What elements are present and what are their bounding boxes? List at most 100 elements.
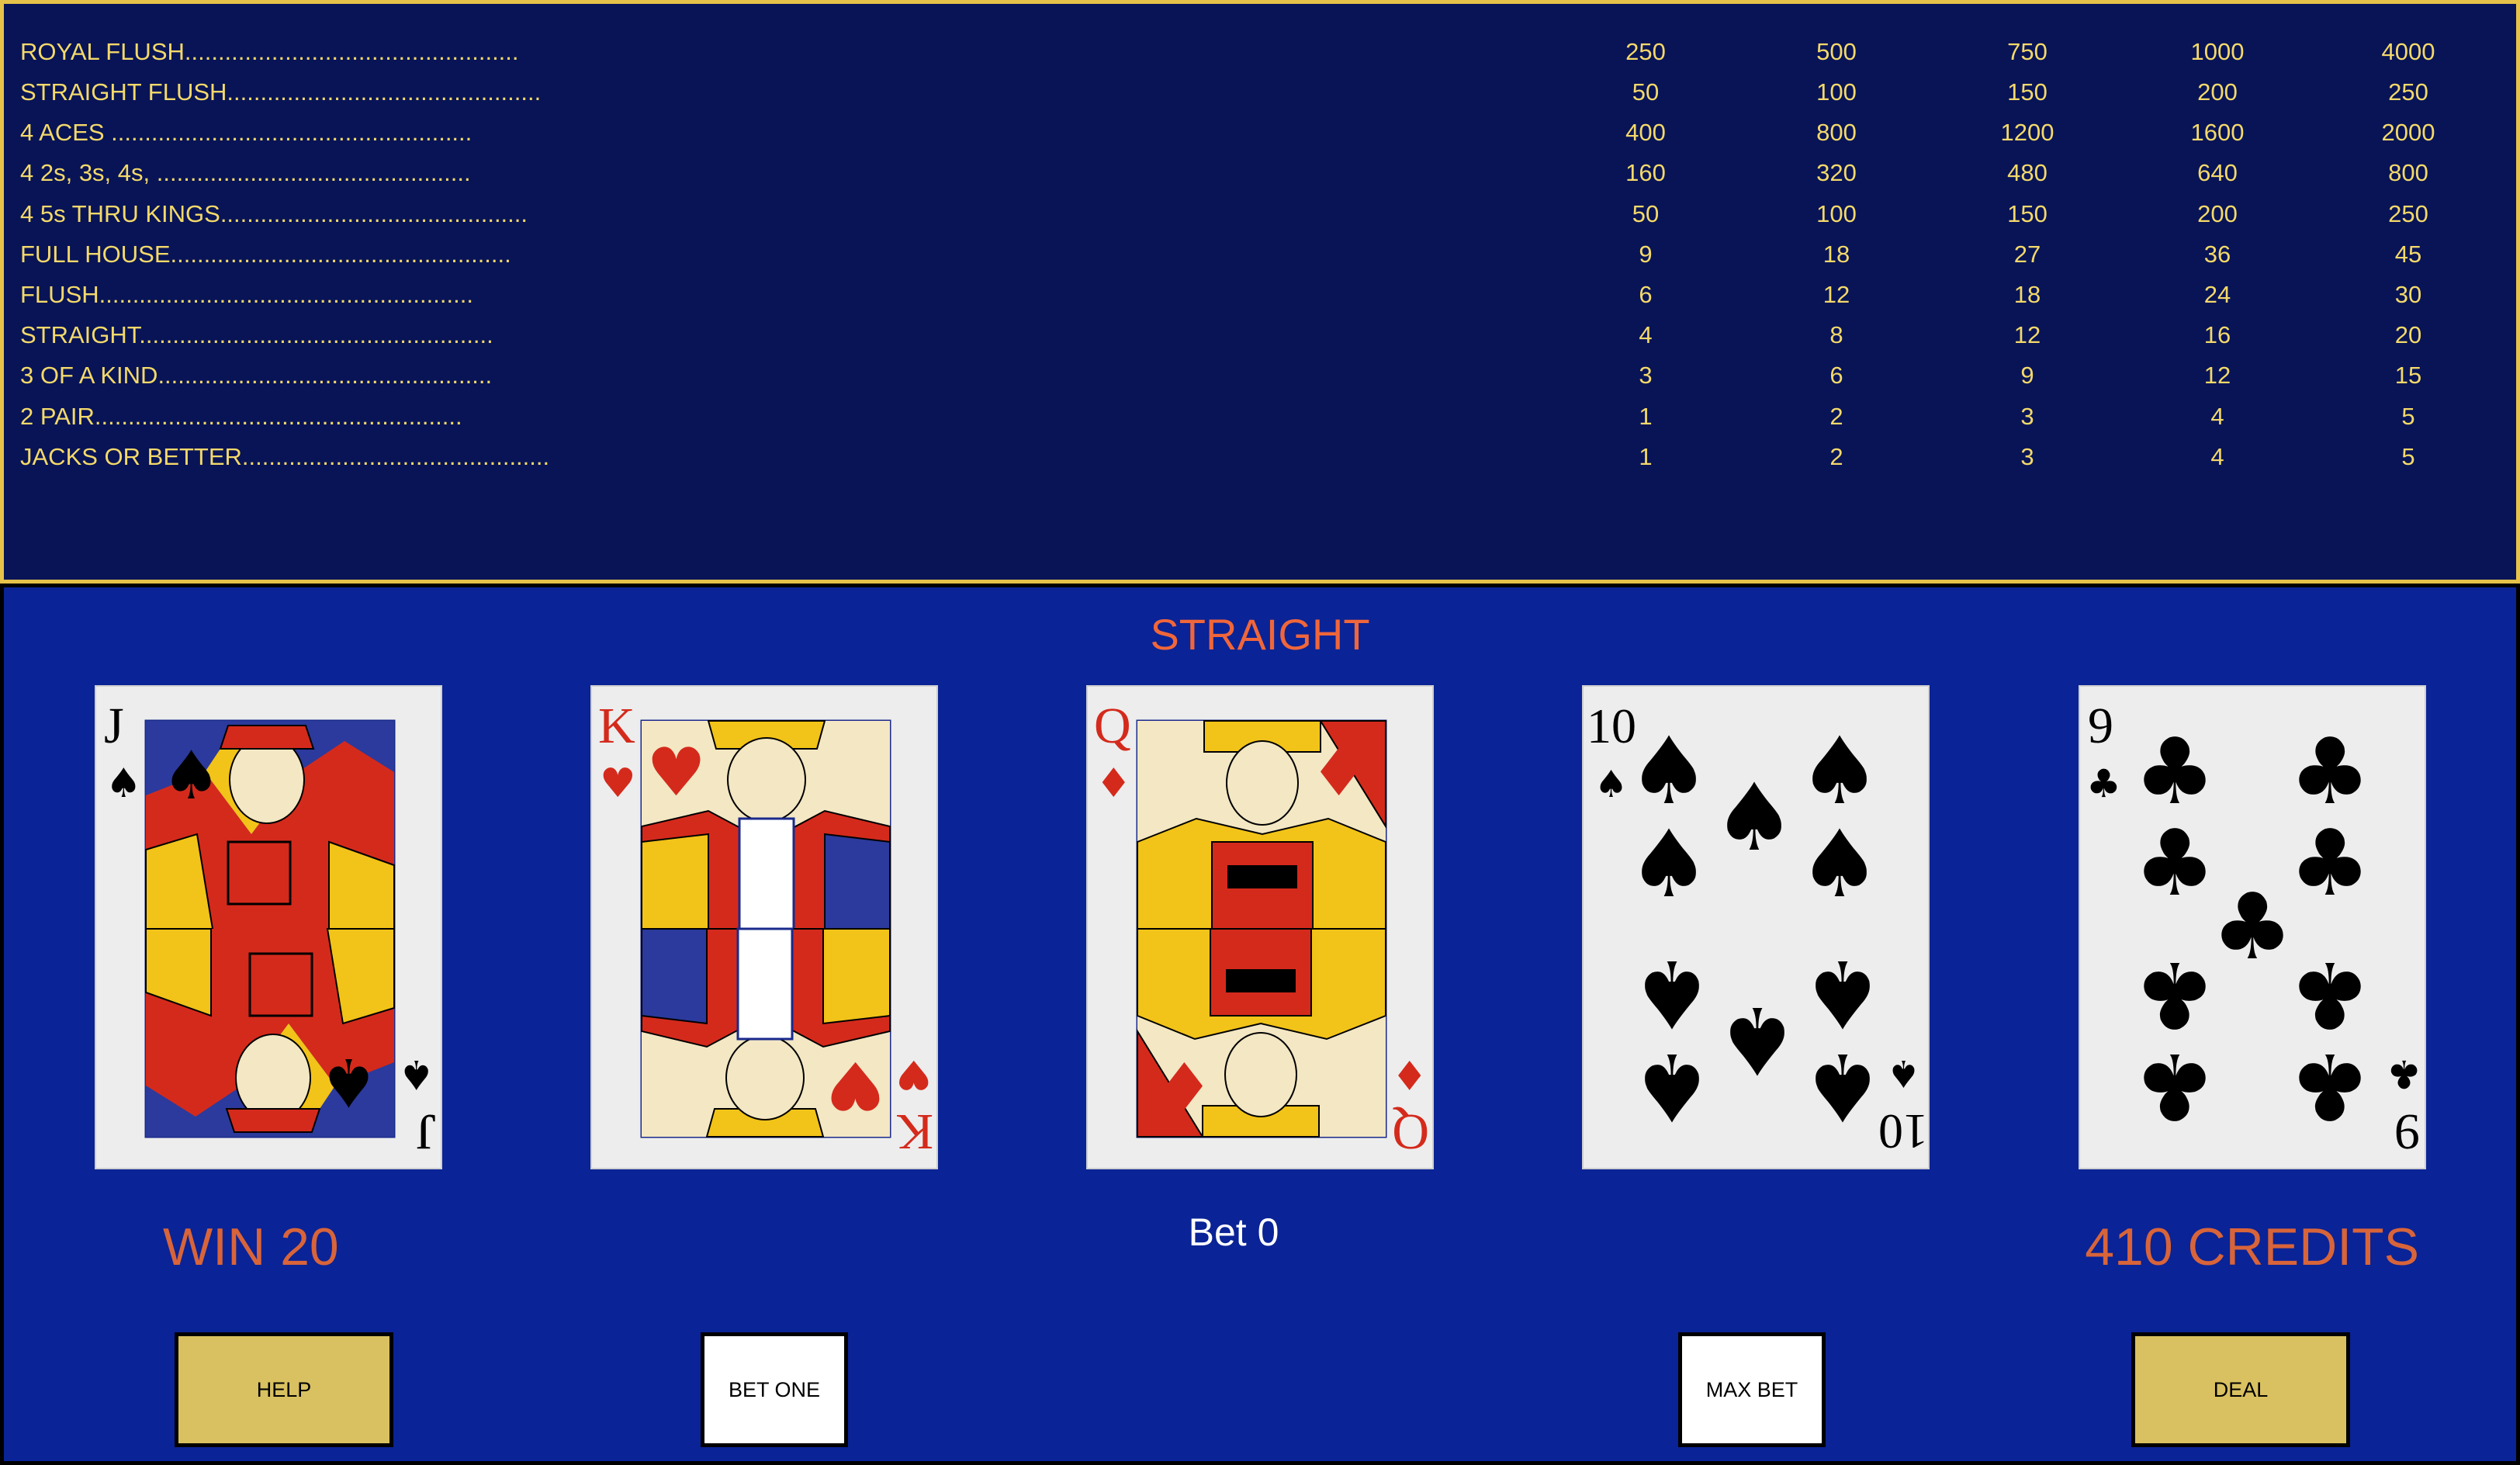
payout-value: 200 xyxy=(2197,200,2238,227)
payout-value: 12 xyxy=(1822,281,1850,308)
payout-value: 800 xyxy=(2388,159,2428,186)
payout-value: 1600 xyxy=(2190,119,2245,146)
card-suit: ♠ xyxy=(1594,763,1628,806)
deal-button[interactable]: DEAL xyxy=(2131,1332,2350,1447)
hand-label: 2 PAIR..................................… xyxy=(20,403,462,430)
help-button[interactable]: HELP xyxy=(175,1332,393,1447)
svg-text:♠: ♠ xyxy=(1798,811,1881,919)
card-ten-of-spades[interactable]: 10 ♠ 10 ♠ ♠ ♠ ♠ ♠ ♠ ♠ ♠ ♠ ♠ ♠ xyxy=(1582,685,1930,1169)
payout-value: 1 xyxy=(1639,443,1653,470)
svg-text:♥: ♥ xyxy=(646,734,706,812)
payout-value: 50 xyxy=(1632,78,1660,106)
payout-value: 50 xyxy=(1632,200,1660,227)
payout-value: 100 xyxy=(1816,78,1857,106)
hand-label: ROYAL FLUSH.............................… xyxy=(20,38,519,65)
max-bet-button[interactable]: MAX BET xyxy=(1678,1332,1826,1447)
card-rank: K xyxy=(896,1103,933,1160)
paytable-row-full-house: FULL HOUSE..............................… xyxy=(4,241,2516,281)
svg-text:♠: ♠ xyxy=(1801,939,1885,1047)
payout-value: 30 xyxy=(2394,281,2422,308)
payout-value: 400 xyxy=(1625,119,1666,146)
card-suit: ♦ xyxy=(1096,760,1132,807)
svg-text:♠: ♠ xyxy=(161,737,221,815)
paytable-row-royal-flush: ROYAL FLUSH.............................… xyxy=(4,38,2516,78)
payout-value: 3 xyxy=(2020,403,2034,430)
card-jack-of-spades[interactable]: J ♠ J ♠ ♠ ♠ xyxy=(95,685,442,1169)
hand-label: 4 ACES .................................… xyxy=(20,119,472,146)
paytable: ROYAL FLUSH.............................… xyxy=(0,0,2520,584)
card-suit: ♣ xyxy=(2387,1051,2421,1096)
payout-value: 160 xyxy=(1625,159,1666,186)
svg-text:♣: ♣ xyxy=(2289,941,2371,1048)
card-suit: ♠ xyxy=(398,1051,434,1097)
card-suit: ♥ xyxy=(600,760,636,807)
payout-value: 6 xyxy=(1639,281,1653,308)
card-queen-of-diamonds[interactable]: Q ♦ Q ♦ ♦ ♦ xyxy=(1086,685,1434,1169)
hand-label: STRAIGHT................................… xyxy=(20,321,493,348)
payout-value: 36 xyxy=(2203,241,2231,268)
paytable-row-4-high: 4 5s THRU KINGS.........................… xyxy=(4,200,2516,241)
payout-value: 2000 xyxy=(2381,119,2435,146)
svg-text:♠: ♠ xyxy=(1627,811,1711,919)
game-area: STRAIGHT J ♠ J ♠ ♠ ♠ K ♥ K ♥ ♥ ♥ Q ♦ Q ♦… xyxy=(0,584,2520,1465)
svg-text:♥: ♥ xyxy=(826,1046,885,1124)
card-suit: ♦ xyxy=(1391,1051,1428,1097)
payout-value: 200 xyxy=(2197,78,2238,106)
svg-text:♠: ♠ xyxy=(1712,764,1796,872)
payout-value: 250 xyxy=(2388,200,2428,227)
payout-value: 3 xyxy=(2020,443,2034,470)
hand-label: STRAIGHT FLUSH..........................… xyxy=(20,78,542,106)
nine-of-clubs-face: 9 ♣ 9 ♣ ♣ ♣ ♣ ♣ ♣ ♣ ♣ ♣ ♣ xyxy=(2086,698,2421,1160)
payout-value: 640 xyxy=(2197,159,2238,186)
payout-value: 750 xyxy=(2007,38,2048,65)
payout-value: 27 xyxy=(2013,241,2041,268)
ten-of-spades-face: 10 ♠ 10 ♠ ♠ ♠ ♠ ♠ ♠ ♠ ♠ ♠ ♠ ♠ xyxy=(1587,698,1928,1159)
paytable-row-straight-flush: STRAIGHT FLUSH..........................… xyxy=(4,78,2516,119)
payout-value: 800 xyxy=(1816,119,1857,146)
card-nine-of-clubs[interactable]: 9 ♣ 9 ♣ ♣ ♣ ♣ ♣ ♣ ♣ ♣ ♣ ♣ xyxy=(2079,685,2426,1169)
payout-value: 4 xyxy=(1639,321,1653,348)
svg-text:♣: ♣ xyxy=(2211,873,2293,980)
svg-text:♠: ♠ xyxy=(1715,985,1799,1093)
payout-value: 20 xyxy=(2394,321,2422,348)
hand-label: 4 5s THRU KINGS.........................… xyxy=(20,200,528,227)
svg-text:♠: ♠ xyxy=(1630,939,1714,1047)
payout-value: 24 xyxy=(2203,281,2231,308)
payout-value: 15 xyxy=(2394,362,2422,389)
card-king-of-hearts[interactable]: K ♥ K ♥ ♥ ♥ xyxy=(590,685,938,1169)
payout-value: 1000 xyxy=(2190,38,2245,65)
hand-label: 3 OF A KIND.............................… xyxy=(20,362,493,389)
payout-value: 100 xyxy=(1816,200,1857,227)
card-rank: 9 xyxy=(2394,1103,2420,1160)
payout-value: 12 xyxy=(2013,321,2041,348)
card-suit: ♥ xyxy=(895,1051,932,1097)
svg-text:♣: ♣ xyxy=(2134,941,2216,1048)
svg-text:♠: ♠ xyxy=(319,1043,379,1120)
hand-label: FLUSH...................................… xyxy=(20,281,473,308)
payout-value: 9 xyxy=(1639,241,1653,268)
paytable-row-jacks-or-better: JACKS OR BETTER.........................… xyxy=(4,443,2516,483)
payout-value: 4000 xyxy=(2381,38,2435,65)
payout-value: 18 xyxy=(2013,281,2041,308)
payout-value: 5 xyxy=(2401,443,2415,470)
payout-value: 2 xyxy=(1829,443,1843,470)
paytable-row-4-aces: 4 ACES .................................… xyxy=(4,119,2516,159)
bet-one-button[interactable]: BET ONE xyxy=(701,1332,848,1447)
payout-value: 16 xyxy=(2203,321,2231,348)
card-rank: K xyxy=(598,698,635,754)
payout-value: 500 xyxy=(1816,38,1857,65)
payout-value: 1 xyxy=(1639,403,1653,430)
jack-of-spades-face: J ♠ J ♠ ♠ ♠ xyxy=(104,698,436,1160)
card-rank: Q xyxy=(1392,1103,1429,1160)
payout-value: 18 xyxy=(1822,241,1850,268)
payout-value: 4 xyxy=(2210,443,2224,470)
payout-value: 4 xyxy=(2210,403,2224,430)
payout-value: 250 xyxy=(1625,38,1666,65)
payout-value: 1200 xyxy=(2000,119,2054,146)
card-suit: ♠ xyxy=(1887,1051,1920,1095)
paytable-row-straight: STRAIGHT................................… xyxy=(4,321,2516,362)
paytable-row-2-pair: 2 PAIR..................................… xyxy=(4,403,2516,443)
queen-of-diamonds-face: Q ♦ Q ♦ ♦ ♦ xyxy=(1094,698,1429,1160)
hand-label: JACKS OR BETTER.........................… xyxy=(20,443,550,470)
card-rank: Q xyxy=(1094,698,1131,754)
